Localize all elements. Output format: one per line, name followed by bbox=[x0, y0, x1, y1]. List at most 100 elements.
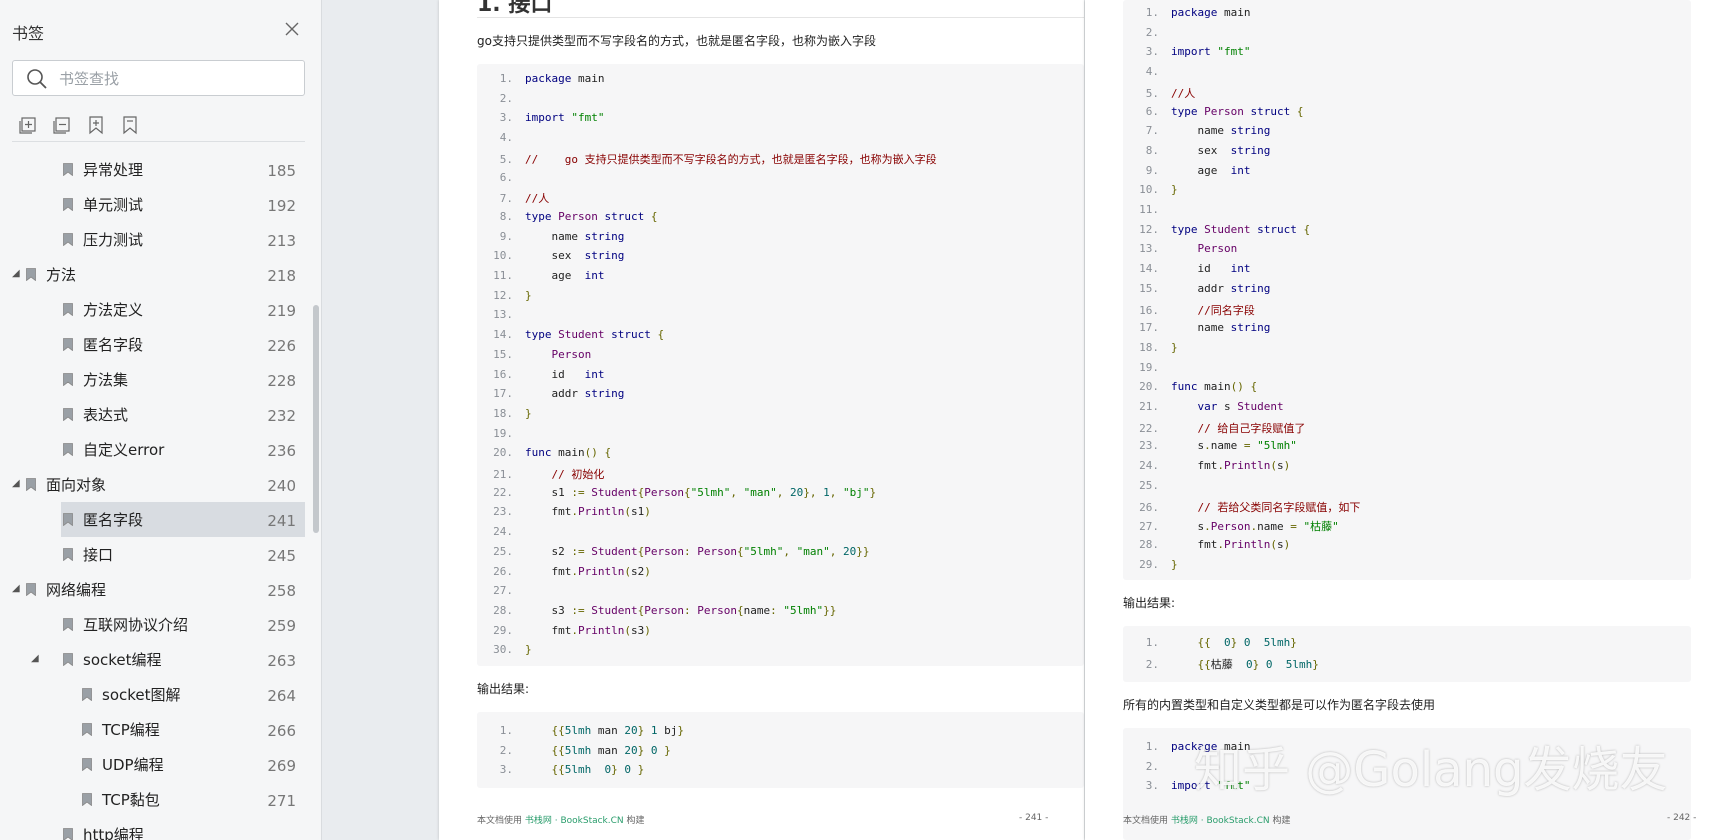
collapse-all-icon[interactable] bbox=[52, 115, 72, 135]
bookmark-item[interactable]: ◢ socket编程 263 bbox=[0, 642, 310, 677]
expand-all-icon[interactable] bbox=[18, 115, 38, 135]
code-line: 25. bbox=[1123, 479, 1171, 497]
expand-triangle-icon[interactable]: ◢ bbox=[31, 653, 39, 664]
expand-triangle-icon[interactable]: ◢ bbox=[12, 268, 20, 279]
bookmark-sidebar: 书签 异常处理 185 单元测试 192 压力测试 213 ◢ 方法 218 方法定义 219 匿名字… bbox=[0, 0, 322, 840]
bookmark-item[interactable]: 压力测试 213 bbox=[0, 222, 310, 257]
code-token: s bbox=[1276, 537, 1284, 551]
code-token: man bbox=[591, 743, 625, 757]
code-token: ) bbox=[644, 623, 651, 637]
line-number: 18. bbox=[1139, 340, 1159, 354]
expand-triangle-icon[interactable]: ◢ bbox=[12, 583, 20, 594]
bookmark-item[interactable]: TCP黏包 271 bbox=[0, 782, 310, 817]
code-token: main bbox=[551, 446, 585, 460]
close-icon[interactable] bbox=[283, 20, 301, 38]
output-line: 1. {{5lmh man 20} 1 bj} bbox=[477, 724, 684, 742]
line-number: 1. bbox=[1145, 636, 1159, 649]
bookmark-item[interactable]: 异常处理 185 bbox=[0, 152, 310, 187]
code-token: 20 bbox=[842, 544, 857, 558]
code-token: man bbox=[591, 724, 625, 737]
sidebar-title: 书签 bbox=[12, 24, 45, 43]
footer-brand-link[interactable]: 书栈网 · BookStack.CN bbox=[525, 816, 624, 826]
line-number: 28. bbox=[493, 603, 513, 617]
bookmark-label: 方法 bbox=[46, 266, 77, 284]
code-line: 29. fmt.Println(s3) bbox=[477, 624, 651, 642]
line-number: 26. bbox=[493, 564, 513, 578]
bookmark-item[interactable]: 接口 245 bbox=[0, 537, 310, 572]
code-token: package bbox=[525, 72, 572, 85]
bookmark-item[interactable]: UDP编程 269 bbox=[0, 747, 310, 782]
code-token: = bbox=[1243, 439, 1251, 453]
bookmark-item[interactable]: 表达式 232 bbox=[0, 397, 310, 432]
code-token: s3 bbox=[630, 623, 645, 637]
bookmark-label: socket图解 bbox=[102, 686, 181, 704]
code-token: , bbox=[829, 485, 843, 499]
bookmark-item[interactable]: 匿名字段 226 bbox=[0, 327, 310, 362]
bookmark-item[interactable]: 方法集 228 bbox=[0, 362, 310, 397]
line-number: 10. bbox=[1139, 183, 1159, 197]
bookmark-item[interactable]: 匿名字段 241 bbox=[0, 502, 310, 537]
bookmark-item[interactable]: 自定义error 236 bbox=[0, 432, 310, 467]
bookmark-item[interactable]: socket图解 264 bbox=[0, 677, 310, 712]
expand-triangle-icon[interactable]: ◢ bbox=[12, 478, 20, 489]
bookmark-label: 表达式 bbox=[83, 406, 129, 424]
bookmark-icon bbox=[63, 163, 73, 176]
code-line: 6. bbox=[477, 171, 525, 189]
code-token: 0 bbox=[1243, 636, 1251, 649]
code-line: 13. bbox=[477, 308, 525, 326]
line-number: 5. bbox=[1145, 86, 1159, 100]
line-number: 27. bbox=[493, 584, 513, 598]
bookmark-label: 互联网协议介绍 bbox=[83, 616, 189, 634]
code-token: Person bbox=[1210, 520, 1251, 534]
code-token: 5lmh bbox=[1285, 657, 1313, 671]
bookmark-page-number: 269 bbox=[267, 757, 296, 775]
code-token: // 若给父类同名字段赋值，如下 bbox=[1197, 500, 1361, 514]
code-token: Person bbox=[1204, 104, 1244, 118]
bookmark-item[interactable]: 互联网协议介绍 259 bbox=[0, 607, 310, 642]
bookmark-page-number: 240 bbox=[267, 477, 296, 495]
code-token: = bbox=[1290, 520, 1297, 534]
code-token: //同名字段 bbox=[1197, 303, 1255, 317]
bookmark-item[interactable]: TCP编程 266 bbox=[0, 712, 310, 747]
code-token: Person bbox=[558, 209, 598, 223]
bookmark-item[interactable]: 方法定义 219 bbox=[0, 292, 310, 327]
sidebar-scrollbar[interactable] bbox=[313, 305, 319, 533]
bookmark-page-number: 185 bbox=[267, 162, 296, 180]
line-number: 4. bbox=[1145, 65, 1159, 79]
code-token: //人 bbox=[525, 192, 550, 206]
code-token: 1 bbox=[823, 485, 830, 499]
bookmark-label: UDP编程 bbox=[102, 756, 164, 774]
add-bookmark-icon[interactable] bbox=[86, 115, 106, 135]
footer-brand-link[interactable]: 书栈网 · BookStack.CN bbox=[1171, 816, 1270, 826]
bookmark-item[interactable]: ◢ 方法 218 bbox=[0, 257, 310, 292]
line-number: 24. bbox=[1139, 459, 1159, 473]
bookmark-item[interactable]: 单元测试 192 bbox=[0, 187, 310, 222]
intro-paragraph: go支持只提供类型而不写字段名的方式，也就是匿名字段，也称为嵌入字段 bbox=[477, 34, 876, 48]
code-token: : bbox=[683, 544, 698, 558]
code-token: // 给自己字段赋值了 bbox=[1197, 421, 1306, 435]
code-token: 0 bbox=[1265, 657, 1273, 671]
code-token: "man" bbox=[796, 544, 830, 558]
bookmark-search-box[interactable] bbox=[12, 60, 305, 96]
line-number: 3. bbox=[499, 111, 513, 125]
code-token: "枯藤" bbox=[1303, 520, 1339, 534]
code-block: 1. package main 2. 3. import "fmt" 4. 5. //人 6. t… bbox=[1123, 0, 1691, 580]
bookmark-item[interactable]: ◢ 网络编程 258 bbox=[0, 572, 310, 607]
code-token: . bbox=[1204, 520, 1211, 534]
bookmark-page-number: 226 bbox=[267, 337, 296, 355]
code-token: string bbox=[1230, 124, 1271, 138]
bookmark-icon[interactable] bbox=[120, 115, 140, 135]
bookmark-item[interactable]: ◢ 面向对象 240 bbox=[0, 467, 310, 502]
bookmark-item[interactable]: http编程 bbox=[0, 817, 310, 840]
code-token: , bbox=[730, 485, 744, 499]
code-token: s bbox=[1171, 520, 1205, 534]
bookmark-search-input[interactable] bbox=[57, 66, 291, 92]
line-number: 19. bbox=[493, 426, 513, 440]
bookmark-page-number: 213 bbox=[267, 232, 296, 250]
code-token: , bbox=[829, 544, 843, 558]
code-token: } bbox=[525, 406, 532, 420]
